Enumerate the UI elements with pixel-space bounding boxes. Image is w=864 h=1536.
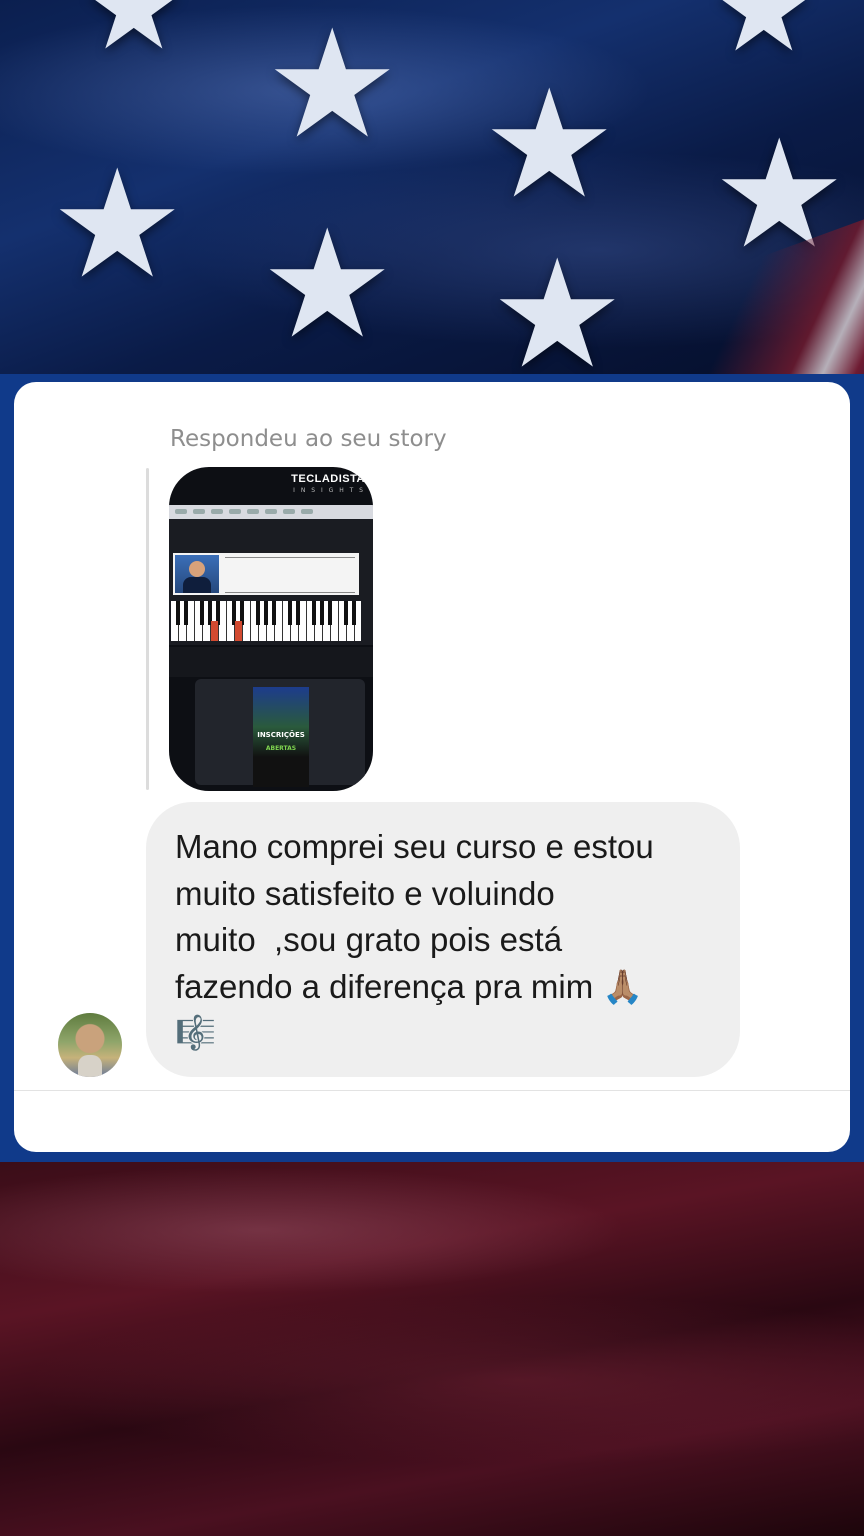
star-icon: ★ <box>50 138 185 312</box>
poster-title: INSCRIÇÕES <box>257 731 305 739</box>
course-poster: INSCRIÇÕES ABERTAS <box>253 687 309 787</box>
flag-background-bottom <box>0 1160 864 1536</box>
star-icon: ★ <box>482 58 617 232</box>
reply-context-label: Respondeu ao seu story <box>170 426 447 452</box>
star-icon: ★ <box>260 198 395 372</box>
browser-tabs <box>169 505 373 519</box>
star-icon: ★ <box>710 0 818 79</box>
star-icon: ★ <box>490 228 625 378</box>
star-icon: ★ <box>80 0 188 77</box>
star-icon: ★ <box>265 0 400 172</box>
music-staff <box>225 557 355 593</box>
poster-subtitle: ABERTAS <box>265 745 297 752</box>
reply-indicator-bar <box>146 468 149 790</box>
flag-background-top: ★ ★ ★ ★ ★ ★ ★ ★ <box>0 0 864 378</box>
story-thumbnail[interactable]: TECLADISTA I N S I G H T S INSCRIÇÕES AB… <box>169 467 373 791</box>
webcam-feed <box>175 555 219 593</box>
story-brand-subtext: I N S I G H T S <box>293 487 365 494</box>
piano-keyboard <box>171 601 361 641</box>
desk-area <box>169 647 373 677</box>
message-text: Mano comprei seu curso e estou muito sat… <box>175 828 654 1051</box>
composer-divider <box>14 1090 850 1091</box>
story-brand-text: TECLADISTA <box>291 473 365 485</box>
avatar-icon[interactable] <box>58 1013 122 1077</box>
